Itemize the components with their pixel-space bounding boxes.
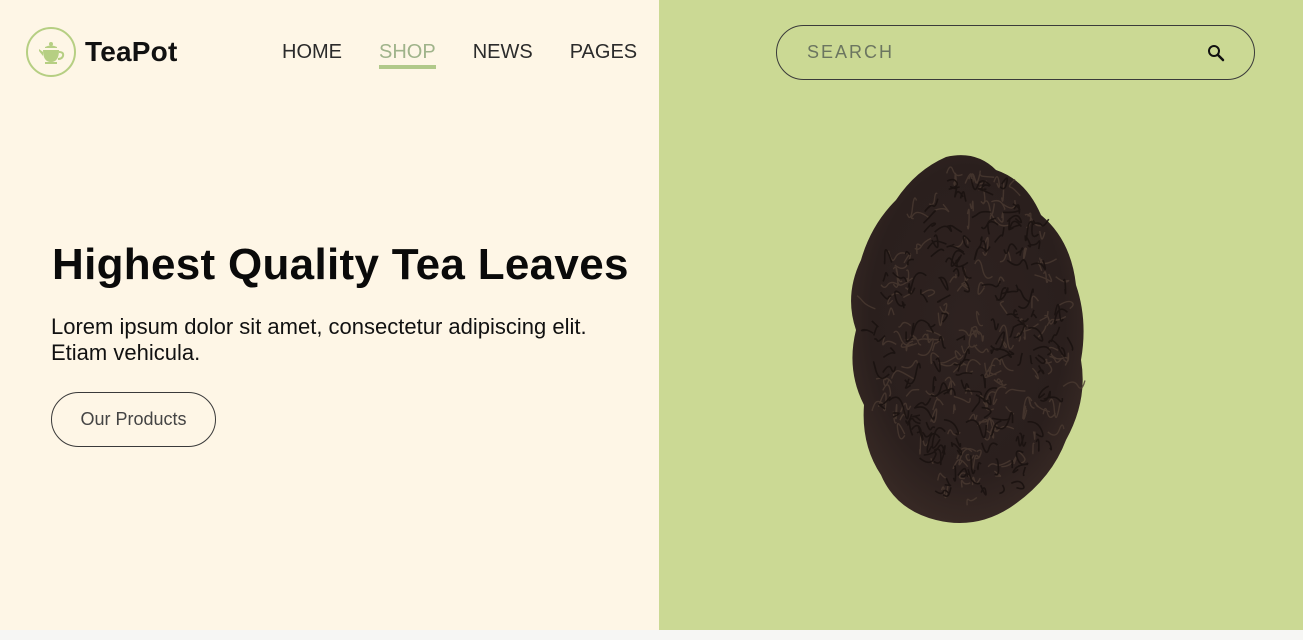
nav-item-shop[interactable]: SHOP <box>379 40 436 70</box>
our-products-button[interactable]: Our Products <box>51 392 216 447</box>
tea-leaves-image <box>826 145 1096 535</box>
main-nav: HOME SHOP NEWS PAGES <box>282 40 674 70</box>
search-input[interactable] <box>807 42 1206 63</box>
search-bar <box>776 25 1255 80</box>
brand-logo[interactable]: TeaPot <box>26 27 177 77</box>
nav-item-news[interactable]: NEWS <box>473 40 533 70</box>
brand-name: TeaPot <box>85 36 178 67</box>
hero-description: Lorem ipsum dolor sit amet, consectetur … <box>51 314 587 365</box>
nav-item-pages[interactable]: PAGES <box>570 40 637 70</box>
search-icon[interactable] <box>1206 43 1226 63</box>
hero-title: Highest Quality Tea Leaves <box>52 240 629 289</box>
teapot-icon <box>26 27 76 77</box>
nav-item-home[interactable]: HOME <box>282 40 342 70</box>
